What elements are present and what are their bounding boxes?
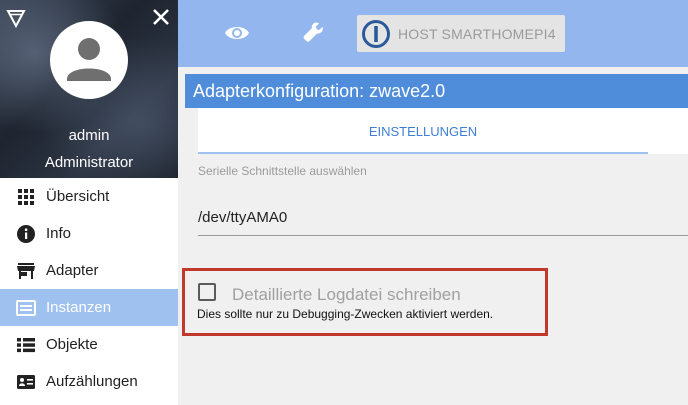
page-title: Adapterkonfiguration: zwave2.0	[185, 74, 688, 108]
avatar	[50, 21, 128, 99]
debug-log-checkbox[interactable]	[198, 283, 216, 301]
serial-port-input[interactable]	[198, 200, 688, 236]
sidebar-item-objekte[interactable]: Objekte	[0, 326, 178, 363]
eye-icon[interactable]	[224, 22, 250, 44]
sidebar-menu: Übersicht Info Adapter Instanzen Objekte…	[0, 178, 178, 400]
user-name: admin	[68, 127, 110, 144]
user-role: Administrator	[44, 154, 134, 171]
sidebar-item-label: Objekte	[46, 336, 98, 353]
host-label: HOST SMARTHOMEPI4	[398, 25, 556, 42]
sidebar-item-uebersicht[interactable]: Übersicht	[0, 178, 178, 215]
debug-log-hint: Dies sollte nur zu Debugging-Zwecken akt…	[197, 307, 494, 321]
serial-port-label: Serielle Schnittstelle auswählen	[198, 164, 367, 178]
list-icon	[16, 335, 36, 355]
sidebar-item-aufzaehlungen[interactable]: Aufzählungen	[0, 363, 178, 400]
tab-einstellungen[interactable]: EINSTELLUNGEN	[198, 108, 648, 154]
sidebar-item-info[interactable]: Info	[0, 215, 178, 252]
logo-icon[interactable]	[6, 8, 26, 28]
sidebar-item-label: Adapter	[46, 262, 99, 279]
sidebar-item-instanzen[interactable]: Instanzen	[0, 289, 178, 326]
info-icon	[16, 224, 36, 244]
apps-grid-icon	[16, 187, 36, 207]
host-selector-button[interactable]: HOST SMARTHOMEPI4	[357, 15, 565, 52]
close-icon[interactable]	[150, 6, 172, 28]
wrench-icon[interactable]	[302, 20, 326, 44]
debug-log-label[interactable]: Detaillierte Logdatei schreiben	[232, 285, 461, 305]
top-bar: HOST SMARTHOMEPI4	[178, 0, 688, 67]
sidebar-item-label: Aufzählungen	[46, 373, 138, 390]
instances-icon	[16, 298, 36, 318]
tab-indicator	[198, 152, 648, 154]
sidebar-item-label: Übersicht	[46, 188, 110, 205]
tab-bar: EINSTELLUNGEN	[198, 108, 688, 154]
sidebar-item-label: Instanzen	[46, 299, 112, 316]
sidebar: admin Administrator Übersicht Info Adapt…	[0, 0, 178, 405]
store-icon	[16, 261, 36, 281]
user-icon	[67, 38, 111, 81]
sidebar-header: admin Administrator	[0, 0, 178, 178]
enum-icon	[16, 372, 36, 392]
iobroker-logo-icon	[362, 19, 390, 48]
sidebar-item-label: Info	[46, 225, 72, 242]
sidebar-item-adapter[interactable]: Adapter	[0, 252, 178, 289]
